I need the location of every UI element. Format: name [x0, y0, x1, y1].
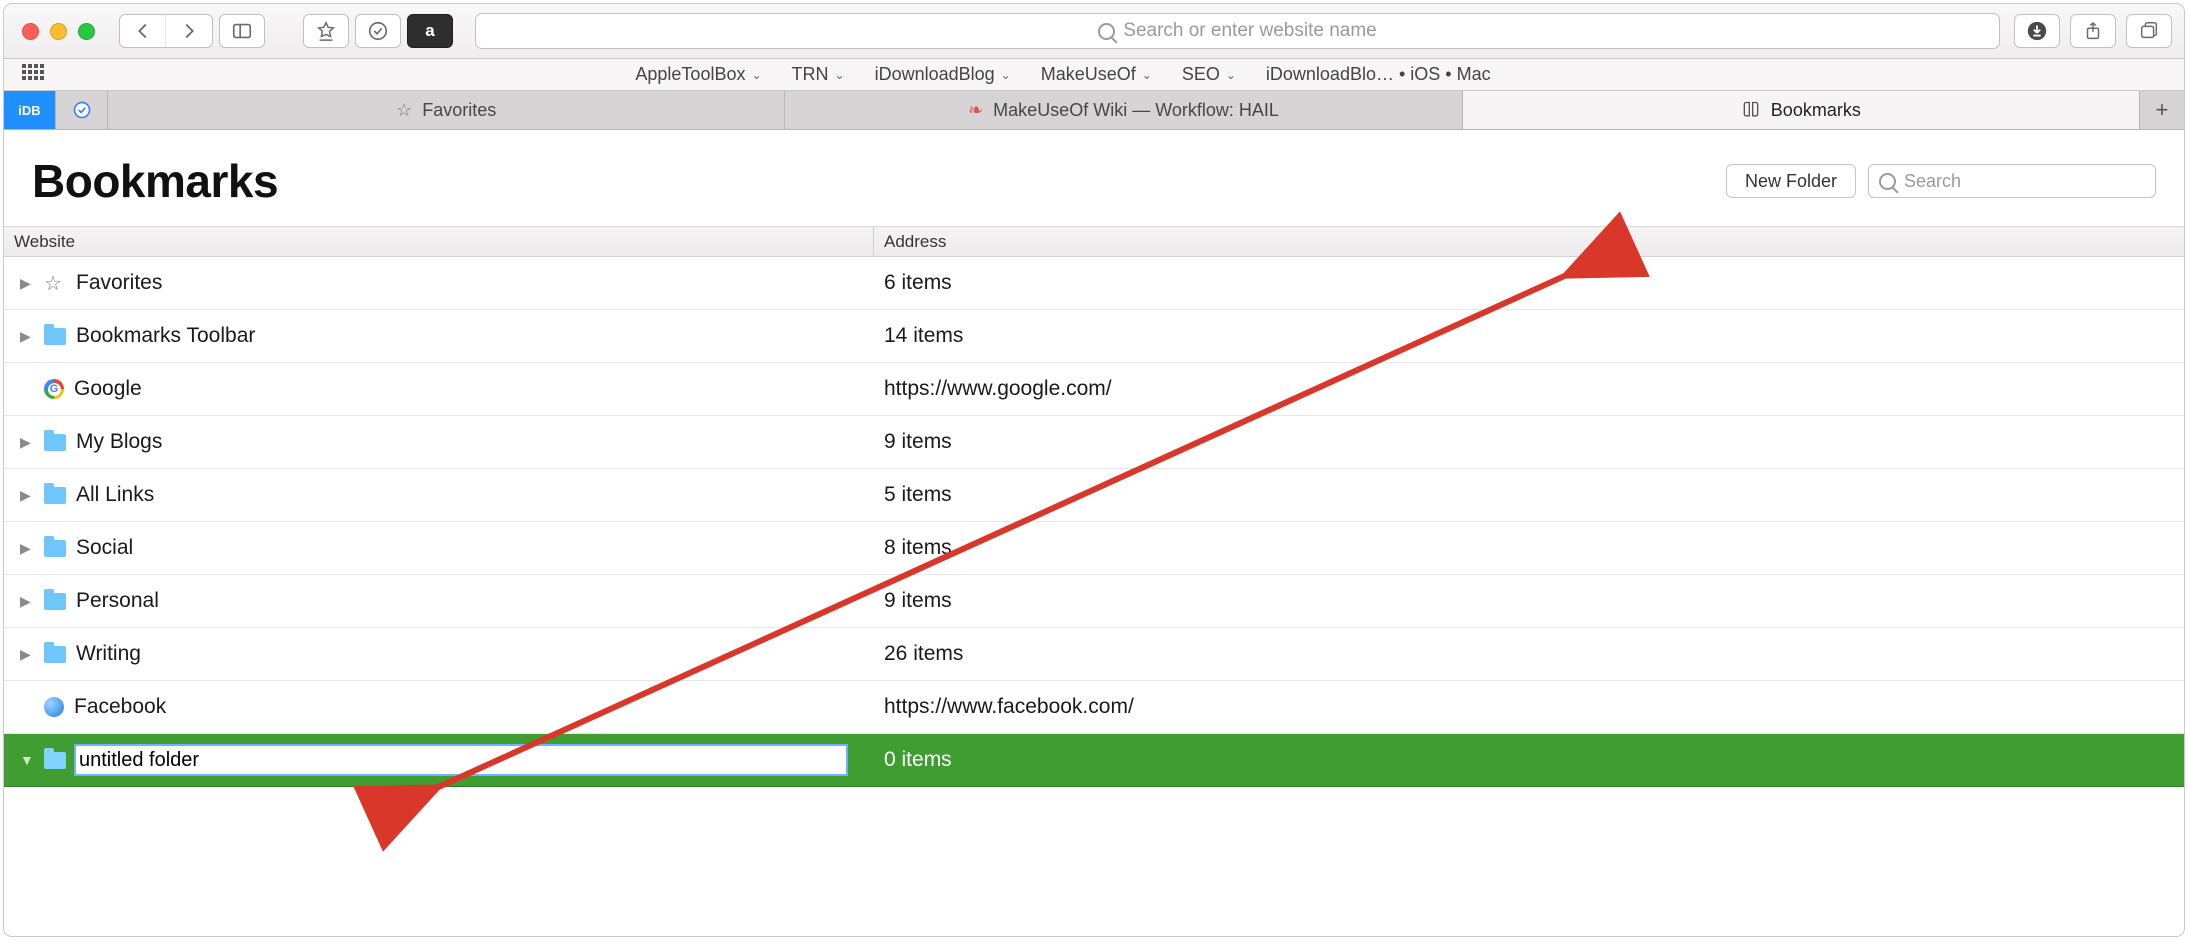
table-row[interactable]: ▶GGoogle https://www.google.com/ [4, 363, 2184, 416]
table-row[interactable]: ▶Personal 9 items [4, 575, 2184, 628]
chevron-down-icon: ⌄ [1226, 68, 1236, 82]
share-icon [2082, 20, 2104, 42]
folder-name-edit[interactable] [76, 746, 846, 774]
leaf-icon: ❧ [968, 100, 983, 121]
chevron-left-icon [132, 20, 154, 42]
favorites-bar: AppleToolBox⌄ TRN⌄ iDownloadBlog⌄ MakeUs… [4, 59, 2184, 91]
tab-bookmarks[interactable]: Bookmarks [1463, 91, 2140, 129]
table-row[interactable]: ▶Social 8 items [4, 522, 2184, 575]
favbar-item[interactable]: MakeUseOf⌄ [1041, 64, 1152, 85]
tab-strip: iDB ☆ Favorites ❧ MakeUseOf Wiki — Workf… [4, 91, 2184, 130]
col-website[interactable]: Website [4, 227, 874, 256]
star-icon: ☆ [44, 271, 66, 296]
window-toolbar: a Search or enter website name [4, 4, 2184, 59]
search-placeholder: Search [1904, 171, 1961, 192]
table-row[interactable]: ▶All Links 5 items [4, 469, 2184, 522]
table-row[interactable]: ▶Facebook https://www.facebook.com/ [4, 681, 2184, 734]
new-folder-button[interactable]: New Folder [1726, 164, 1856, 198]
sidebar-icon [231, 20, 253, 42]
chevron-down-icon: ⌄ [1001, 68, 1011, 82]
star-underline-icon [315, 20, 337, 42]
traffic-lights [22, 23, 95, 40]
google-icon: G [44, 379, 64, 399]
chevron-down-icon: ⌄ [751, 68, 761, 82]
folder-icon [44, 434, 66, 451]
folder-icon [44, 328, 66, 345]
new-tab-button[interactable]: + [2140, 91, 2184, 129]
favbar-item[interactable]: SEO⌄ [1182, 64, 1236, 85]
table-row[interactable]: ▶☆Favorites 6 items [4, 257, 2184, 310]
disclosure-icon[interactable]: ▶ [20, 540, 34, 557]
disclosure-icon[interactable]: ▶ [20, 328, 34, 345]
amazon-icon: a [425, 21, 434, 41]
table-header: Website Address [4, 227, 2184, 257]
disclosure-icon[interactable]: ▶ [20, 487, 34, 504]
disclosure-icon[interactable]: ▶ [20, 434, 34, 451]
close-window-button[interactable] [22, 23, 39, 40]
folder-icon [44, 540, 66, 557]
tabs-overview-button[interactable] [2126, 14, 2172, 48]
col-address[interactable]: Address [874, 227, 2184, 256]
check-badge-icon [72, 100, 92, 120]
chevron-down-icon: ⌄ [1142, 68, 1152, 82]
favbar-item[interactable]: TRN⌄ [792, 64, 845, 85]
content-header: Bookmarks New Folder Search [4, 130, 2184, 226]
favbar-item[interactable]: iDownloadBlog⌄ [875, 64, 1011, 85]
pinned-tab-check[interactable] [56, 91, 108, 129]
favbar-item[interactable]: iDownloadBlo… • iOS • Mac [1266, 64, 1491, 85]
table-row[interactable]: ▶Writing 26 items [4, 628, 2184, 681]
page-title: Bookmarks [32, 154, 278, 208]
table-row-selected[interactable]: ▼ 0 items [4, 734, 2184, 787]
search-icon [1879, 173, 1896, 190]
amazon-extension-button[interactable]: a [407, 14, 453, 48]
table-row[interactable]: ▶Bookmarks Toolbar 14 items [4, 310, 2184, 363]
book-icon [1741, 100, 1761, 120]
check-circle-icon [367, 20, 389, 42]
checklist-button[interactable] [355, 14, 401, 48]
search-icon [1098, 23, 1115, 40]
sidebar-toggle-button[interactable] [219, 14, 265, 48]
apps-grid-button[interactable] [22, 64, 44, 86]
share-button[interactable] [2070, 14, 2116, 48]
folder-icon [44, 752, 66, 769]
star-icon: ☆ [396, 100, 412, 121]
bookmarks-table: Website Address ▶☆Favorites 6 items ▶Boo… [4, 226, 2184, 787]
minimize-window-button[interactable] [50, 23, 67, 40]
back-button[interactable] [120, 15, 166, 47]
fullscreen-window-button[interactable] [78, 23, 95, 40]
nav-back-forward [119, 14, 213, 48]
folder-icon [44, 487, 66, 504]
tab-favorites[interactable]: ☆ Favorites [108, 91, 785, 129]
top-sites-button[interactable] [303, 14, 349, 48]
tabs-icon [2138, 20, 2160, 42]
address-placeholder: Search or enter website name [1123, 20, 1376, 42]
favbar-item[interactable]: AppleToolBox⌄ [635, 64, 761, 85]
chevron-down-icon: ⌄ [835, 68, 845, 82]
disclosure-icon[interactable]: ▶ [20, 275, 34, 292]
disclosure-icon[interactable]: ▶ [20, 593, 34, 610]
bookmarks-search[interactable]: Search [1868, 164, 2156, 198]
downloads-button[interactable] [2014, 14, 2060, 48]
tab-makeuseof-wiki[interactable]: ❧ MakeUseOf Wiki — Workflow: HAIL [785, 91, 1462, 129]
disclosure-icon[interactable]: ▼ [20, 752, 34, 768]
download-icon [2026, 20, 2048, 42]
forward-button[interactable] [166, 15, 212, 47]
pinned-tab-idb[interactable]: iDB [4, 91, 56, 129]
globe-icon [44, 697, 64, 717]
address-bar[interactable]: Search or enter website name [475, 13, 2000, 49]
chevron-right-icon [178, 20, 200, 42]
folder-icon [44, 646, 66, 663]
folder-icon [44, 593, 66, 610]
table-row[interactable]: ▶My Blogs 9 items [4, 416, 2184, 469]
disclosure-icon[interactable]: ▶ [20, 646, 34, 663]
